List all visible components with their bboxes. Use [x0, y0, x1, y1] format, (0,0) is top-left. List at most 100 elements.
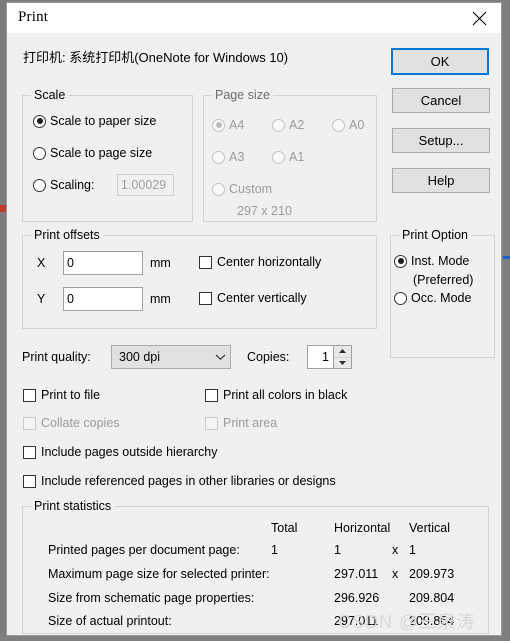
copies-label: Copies: — [247, 350, 290, 364]
radio-scaling-label: Scaling: — [50, 178, 95, 192]
radio-scale-to-page-size-indicator — [33, 146, 46, 160]
stats-row-vertical-3: 209.864 — [409, 614, 455, 628]
radio-scale-to-paper-size-indicator — [33, 114, 46, 128]
checkbox-center-horizontally[interactable]: Center horizontally — [199, 255, 321, 269]
offset-x-input[interactable]: 0 — [63, 251, 143, 275]
page-size-dimensions-label: 297 x 210 — [237, 204, 292, 218]
checkbox-print-all-colors-in-black-label: Print all colors in black — [223, 388, 348, 402]
radio-page-size-a3-label: A3 — [229, 150, 245, 164]
print-dialog-window: Print 打印机: 系统打印机(OneNote for Windows 10)… — [6, 2, 502, 636]
stats-row-horizontal-2: 296.926 — [334, 591, 380, 605]
offset-y-input[interactable]: 0 — [63, 287, 143, 311]
print-statistics-group: Print statistics Total Horizontal Vertic… — [22, 499, 489, 634]
radio-page-size-a3-indicator — [212, 150, 225, 164]
print-option-group: Print Option Inst. Mode (Preferred) Occ.… — [390, 228, 495, 358]
checkbox-center-vertically[interactable]: Center vertically — [199, 291, 307, 305]
setup-button[interactable]: Setup... — [392, 128, 490, 153]
stats-row-label-0: Printed pages per document page: — [48, 543, 240, 557]
offset-y-label: Y — [37, 292, 46, 306]
title-bar: Print — [7, 3, 501, 33]
stats-row-vertical-1: 209.973 — [409, 567, 455, 581]
radio-page-size-custom[interactable]: Custom — [212, 182, 272, 196]
print-offsets-group-legend: Print offsets — [31, 228, 103, 242]
offset-x-label: X — [37, 256, 46, 270]
screen-root: Print 打印机: 系统打印机(OneNote for Windows 10)… — [0, 0, 510, 641]
cancel-button[interactable]: Cancel — [392, 88, 490, 113]
stats-row-label-3: Size of actual printout: — [48, 614, 172, 628]
help-button[interactable]: Help — [392, 168, 490, 193]
checkbox-include-pages-outside-hierarchy[interactable]: Include pages outside hierarchy — [23, 445, 218, 459]
checkbox-collate-copies-box — [23, 416, 36, 430]
ok-button[interactable]: OK — [391, 48, 489, 75]
radio-scale-to-paper-size-label: Scale to paper size — [50, 114, 157, 128]
page-size-group: Page size A4 A2 A0 A3 A1 Custom 297 x 21… — [203, 88, 377, 222]
checkbox-print-area[interactable]: Print area — [205, 416, 277, 430]
checkbox-print-area-box — [205, 416, 218, 430]
chevron-down-icon — [210, 353, 230, 361]
close-icon — [472, 11, 487, 26]
print-statistics-group-legend: Print statistics — [31, 499, 115, 513]
radio-page-size-a0-label: A0 — [349, 118, 365, 132]
stats-header-total: Total — [271, 521, 298, 535]
close-button[interactable] — [457, 3, 501, 33]
checkbox-collate-copies[interactable]: Collate copies — [23, 416, 120, 430]
radio-inst-mode-sublabel: (Preferred) — [413, 273, 474, 287]
print-offsets-group: Print offsets X 0 mm Y 0 mm Center horiz… — [22, 228, 377, 329]
print-quality-label: Print quality: — [22, 350, 91, 364]
checkbox-print-to-file[interactable]: Print to file — [23, 388, 100, 402]
radio-page-size-custom-label: Custom — [229, 182, 273, 196]
stats-row-horizontal-0: 1 — [334, 543, 341, 557]
radio-scale-to-page-size-label: Scale to page size — [50, 146, 153, 160]
checkbox-include-referenced-pages[interactable]: Include referenced pages in other librar… — [23, 474, 336, 488]
radio-scaling-indicator — [33, 178, 46, 192]
radio-page-size-a4-indicator — [212, 118, 225, 132]
page-size-group-legend: Page size — [212, 88, 273, 102]
scale-group: Scale Scale to paper size Scale to page … — [22, 88, 193, 222]
radio-page-size-a1-indicator — [272, 150, 285, 164]
checkbox-print-all-colors-in-black[interactable]: Print all colors in black — [205, 388, 347, 402]
spin-down-icon[interactable] — [334, 358, 351, 369]
checkbox-center-vertically-box — [199, 291, 212, 305]
radio-occ-mode[interactable]: Occ. Mode — [394, 291, 471, 305]
radio-occ-mode-label: Occ. Mode — [411, 291, 472, 305]
offset-y-unit: mm — [150, 292, 171, 306]
scaling-value-input[interactable]: 1.00029 — [117, 174, 174, 196]
stats-header-horizontal: Horizontal — [334, 521, 391, 535]
stats-row-total-0: 1 — [271, 543, 278, 557]
print-quality-value: 300 dpi — [119, 350, 161, 364]
checkbox-print-to-file-box — [23, 388, 36, 402]
radio-scale-to-page-size[interactable]: Scale to page size — [33, 146, 152, 160]
dialog-client-area: 打印机: 系统打印机(OneNote for Windows 10) OK Ca… — [7, 33, 501, 635]
radio-scale-to-paper-size[interactable]: Scale to paper size — [33, 114, 156, 128]
offset-x-unit: mm — [150, 256, 171, 270]
radio-inst-mode-indicator — [394, 254, 407, 268]
stats-row-horizontal-1: 297.011 — [334, 567, 379, 581]
radio-page-size-a0-indicator — [332, 118, 345, 132]
checkbox-collate-copies-label: Collate copies — [41, 416, 120, 430]
checkbox-include-pages-outside-hierarchy-label: Include pages outside hierarchy — [41, 445, 218, 459]
printer-name-label: 打印机: 系统打印机(OneNote for Windows 10) — [23, 50, 289, 65]
radio-page-size-a4-label: A4 — [229, 118, 245, 132]
radio-scaling[interactable]: Scaling: — [33, 178, 94, 192]
background-blue-marker — [503, 256, 510, 259]
radio-page-size-custom-indicator — [212, 182, 225, 196]
checkbox-center-vertically-label: Center vertically — [217, 291, 307, 305]
checkbox-print-area-label: Print area — [223, 416, 278, 430]
stats-header-vertical: Vertical — [409, 521, 450, 535]
radio-page-size-a3[interactable]: A3 — [212, 150, 244, 164]
radio-inst-mode[interactable]: Inst. Mode — [394, 254, 469, 268]
stats-row-label-2: Size from schematic page properties: — [48, 591, 255, 605]
radio-page-size-a2-indicator — [272, 118, 285, 132]
copies-stepper[interactable]: 1 — [307, 345, 352, 369]
checkbox-include-pages-outside-hierarchy-box — [23, 445, 36, 459]
radio-page-size-a1[interactable]: A1 — [272, 150, 304, 164]
copies-value: 1 — [322, 350, 329, 364]
radio-page-size-a0[interactable]: A0 — [332, 118, 364, 132]
spin-up-icon[interactable] — [334, 346, 351, 358]
print-option-group-legend: Print Option — [399, 228, 472, 242]
window-title: Print — [18, 9, 49, 25]
checkbox-center-horizontally-label: Center horizontally — [217, 255, 322, 269]
print-quality-select[interactable]: 300 dpi — [111, 345, 231, 369]
radio-page-size-a2[interactable]: A2 — [272, 118, 304, 132]
radio-page-size-a4[interactable]: A4 — [212, 118, 244, 132]
